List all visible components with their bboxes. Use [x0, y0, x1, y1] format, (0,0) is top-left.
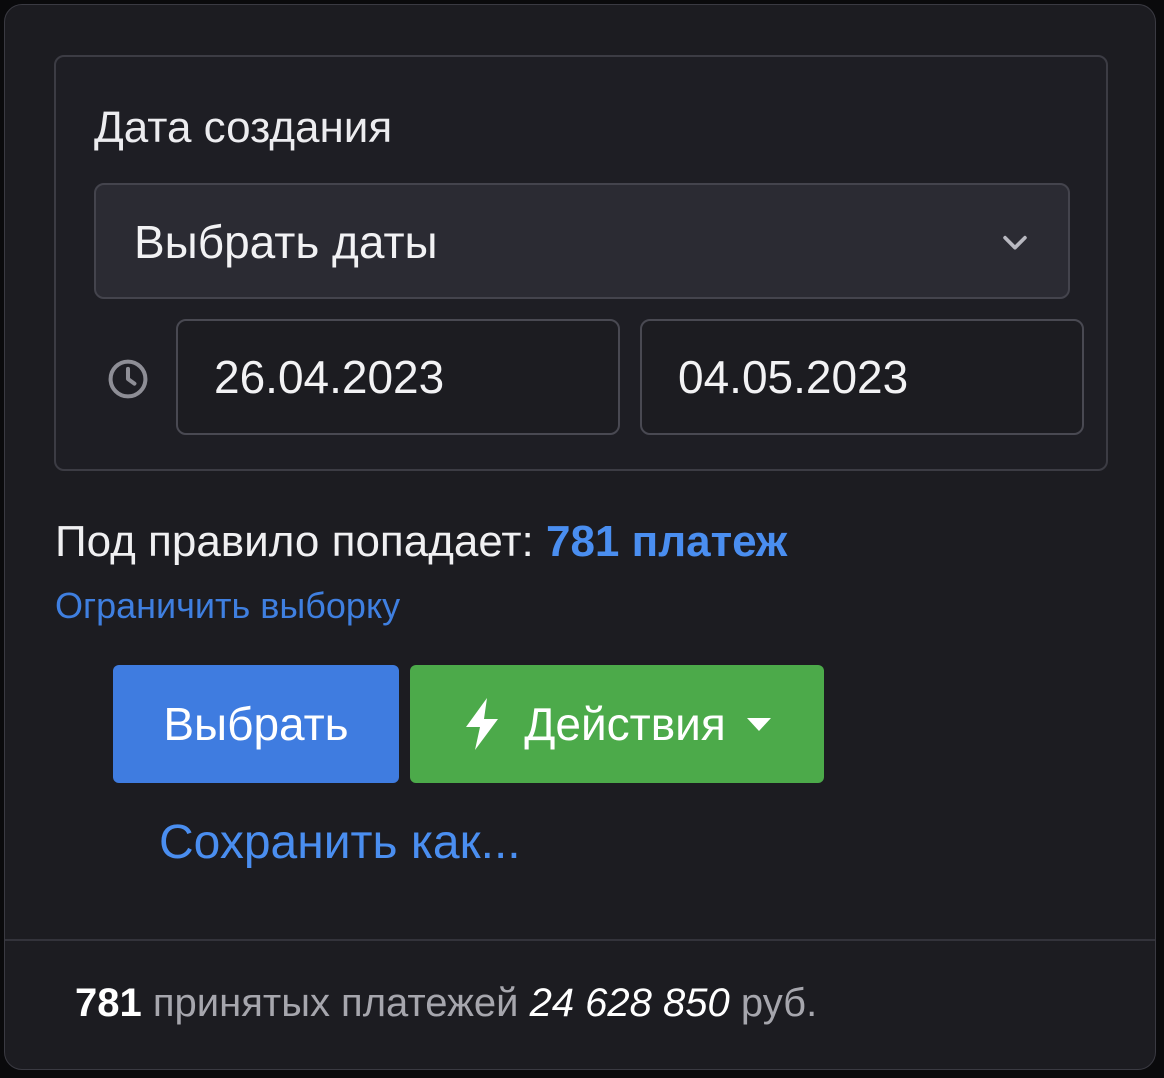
caret-down-icon — [746, 718, 771, 731]
clock-icon — [108, 359, 148, 399]
select-button[interactable]: Выбрать — [113, 665, 399, 783]
footer-divider — [5, 939, 1155, 941]
rule-match-summary: Под правило попадает: 781 платеж — [55, 517, 787, 567]
limit-selection-link[interactable]: Ограничить выборку — [55, 585, 400, 627]
bolt-icon — [466, 698, 499, 750]
actions-dropdown-button[interactable]: Действия — [410, 665, 824, 783]
payment-rule-panel: Дата создания Выбрать даты 26.04.2023 04… — [4, 4, 1156, 1070]
filter-label: Дата создания — [94, 103, 393, 152]
creation-date-filter: Дата создания Выбрать даты 26.04.2023 04… — [54, 55, 1108, 471]
date-period-select[interactable]: Выбрать даты — [94, 183, 1070, 299]
date-to-input[interactable]: 04.05.2023 — [640, 319, 1084, 435]
accepted-payments-count: 781 — [75, 981, 142, 1025]
accepted-payments-summary: 781 принятых платежей 24 628 850 руб. — [75, 981, 817, 1026]
chevron-down-icon — [1003, 235, 1027, 250]
date-from-input[interactable]: 26.04.2023 — [176, 319, 620, 435]
rule-match-prefix: Под правило попадает: — [55, 517, 534, 566]
actions-button-label: Действия — [524, 698, 726, 750]
accepted-payments-label: принятых платежей — [152, 981, 519, 1025]
select-button-label: Выбрать — [163, 698, 349, 750]
save-as-link[interactable]: Сохранить как... — [159, 815, 521, 870]
rule-match-count[interactable]: 781 платеж — [546, 517, 787, 566]
currency-label: руб. — [740, 981, 818, 1025]
date-period-select-value: Выбрать даты — [134, 216, 438, 268]
accepted-payments-amount: 24 628 850 — [529, 981, 730, 1025]
